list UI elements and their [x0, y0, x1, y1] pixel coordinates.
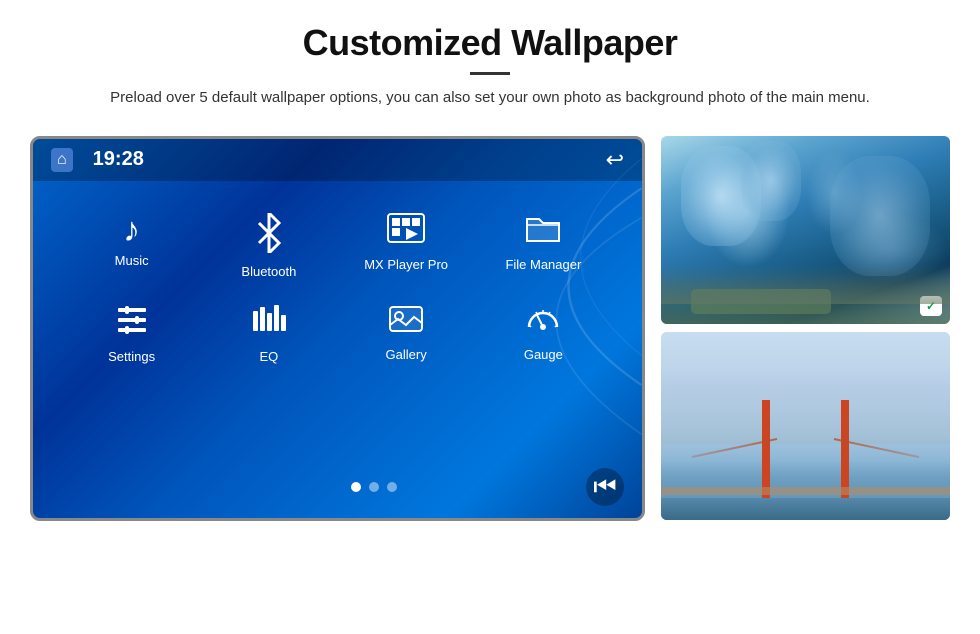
main-content: ⌂ 19:28 ↩ ♪ Music Bluetooth	[0, 120, 980, 521]
bluetooth-icon	[254, 213, 284, 258]
dot-3[interactable]	[387, 482, 397, 492]
app-grid: ♪ Music Bluetooth	[33, 181, 642, 396]
app-eq[interactable]: EQ	[200, 291, 337, 376]
gallery-label: Gallery	[386, 347, 427, 362]
time-display: 19:28	[93, 148, 144, 171]
bluetooth-label: Bluetooth	[241, 264, 296, 279]
status-bar: ⌂ 19:28 ↩	[33, 139, 642, 181]
page-title: Customized Wallpaper	[60, 22, 920, 64]
filemanager-icon	[525, 213, 561, 251]
bottom-bar: ⏮	[33, 468, 642, 518]
app-gauge[interactable]: Gauge	[475, 291, 612, 376]
bridge-road	[661, 487, 950, 495]
device-screen: ⌂ 19:28 ↩ ♪ Music Bluetooth	[30, 136, 645, 521]
dot-1[interactable]	[351, 482, 361, 492]
mxplayer-icon	[387, 213, 425, 251]
app-gallery[interactable]: Gallery	[338, 291, 475, 376]
music-icon: ♪	[123, 213, 140, 247]
ice-cave-image: ✓	[661, 136, 950, 324]
settings-label: Settings	[108, 349, 155, 364]
gauge-icon	[525, 303, 561, 341]
back-button[interactable]: ↩	[606, 147, 624, 173]
eq-label: EQ	[259, 349, 278, 364]
page-header: Customized Wallpaper Preload over 5 defa…	[0, 0, 980, 120]
eq-icon	[251, 303, 287, 343]
app-settings[interactable]: Settings	[63, 291, 200, 376]
gauge-label: Gauge	[524, 347, 563, 362]
bridge-image	[661, 332, 950, 520]
title-divider	[470, 72, 510, 75]
home-button[interactable]: ⌂	[51, 148, 73, 172]
app-music[interactable]: ♪ Music	[63, 201, 200, 291]
dot-2[interactable]	[369, 482, 379, 492]
gallery-icon	[388, 303, 424, 341]
skip-back-button[interactable]: ⏮	[586, 468, 624, 506]
page-subtitle: Preload over 5 default wallpaper options…	[60, 87, 920, 110]
side-images: ✓	[661, 136, 950, 520]
app-bluetooth[interactable]: Bluetooth	[200, 201, 337, 291]
mxplayer-label: MX Player Pro	[364, 257, 448, 272]
home-icon: ⌂	[57, 151, 67, 169]
music-label: Music	[115, 253, 149, 268]
app-mxplayer[interactable]: MX Player Pro	[338, 201, 475, 291]
checkmark-badge: ✓	[920, 296, 942, 316]
page-dots	[351, 482, 397, 492]
status-left: ⌂ 19:28	[51, 148, 144, 172]
app-filemanager[interactable]: File Manager	[475, 201, 612, 291]
filemanager-label: File Manager	[505, 257, 581, 272]
settings-icon	[115, 303, 149, 343]
